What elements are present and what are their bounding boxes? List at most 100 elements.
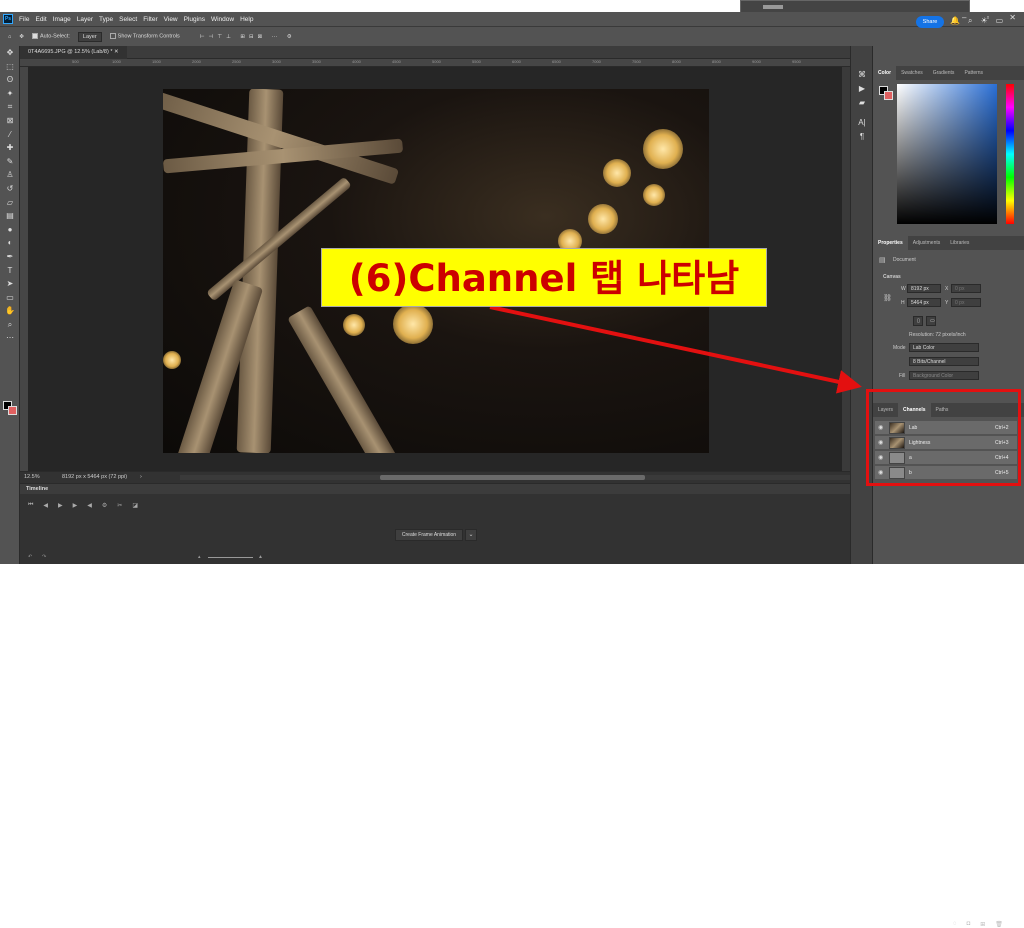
bokeh-light <box>163 351 181 369</box>
load-selection-icon[interactable]: ◌ <box>953 921 957 928</box>
x-field[interactable]: 0 px <box>951 284 981 293</box>
blur-icon[interactable]: ● <box>0 223 20 237</box>
comments-icon[interactable]: ▰ <box>851 96 873 110</box>
tab-libraries[interactable]: Libraries <box>945 240 974 246</box>
auto-select-checkbox[interactable]: Auto-Select: <box>31 33 70 40</box>
width-field[interactable]: 8192 px <box>907 284 941 293</box>
audio-icon[interactable]: ◀ <box>87 502 92 509</box>
color-background-swatch[interactable] <box>884 91 893 100</box>
menu-type[interactable]: Type <box>99 16 113 23</box>
close-icon[interactable]: ✕ <box>1009 13 1016 22</box>
align-icons[interactable]: ⊢⊣⊤⊥ ⊞⊟⊠ ⋯ ⚙ <box>200 34 296 40</box>
healing-icon[interactable]: ✚ <box>0 141 20 155</box>
zoom-in-icon[interactable]: ▲ <box>258 554 263 560</box>
create-frame-animation-button[interactable]: Create Frame Animation <box>395 529 463 541</box>
history-icon[interactable]: ⌘ <box>851 68 873 82</box>
search-icon[interactable]: ⌕ <box>968 16 972 26</box>
frame-icon[interactable]: ⊠ <box>0 114 20 128</box>
fill-dropdown[interactable]: Background Color <box>909 371 979 380</box>
y-field[interactable]: 0 px <box>951 298 981 307</box>
crop-icon[interactable]: ⌗ <box>0 100 20 114</box>
transition-icon[interactable]: ◪ <box>132 502 138 509</box>
link-icon[interactable]: ⛓ <box>883 294 892 302</box>
move-tool-icon[interactable]: ✥ <box>19 34 24 40</box>
next-frame-icon[interactable]: ▶ <box>73 502 78 509</box>
undo-icon[interactable]: ↶ <box>28 554 32 560</box>
horizontal-scrollbar[interactable] <box>180 475 850 480</box>
eyedropper-icon[interactable]: ⁄ <box>0 128 20 142</box>
marquee-icon[interactable]: ⬚ <box>0 60 20 74</box>
zoom-level[interactable]: 12.5% <box>24 472 40 483</box>
stamp-icon[interactable]: ♙ <box>0 168 20 182</box>
paragraph-icon[interactable]: ¶ <box>851 130 873 144</box>
bit-depth-dropdown[interactable]: 8 Bits/Channel <box>909 357 979 366</box>
character-icon[interactable]: A| <box>851 116 873 130</box>
mode-dropdown[interactable]: Lab Color <box>909 343 979 352</box>
hue-slider[interactable] <box>1006 84 1014 224</box>
type-icon[interactable]: T <box>0 264 20 278</box>
path-select-icon[interactable]: ➤ <box>0 277 20 291</box>
height-field[interactable]: 5464 px <box>907 298 941 307</box>
chevron-down-icon[interactable]: ⌄ <box>465 529 477 541</box>
tab-properties[interactable]: Properties <box>873 236 908 250</box>
scroll-thumb[interactable] <box>380 475 645 480</box>
first-frame-icon[interactable]: ⏮ <box>28 502 33 509</box>
discover-icon[interactable]: ☀ <box>980 16 987 26</box>
vertical-scrollbar[interactable] <box>842 67 850 471</box>
menu-layer[interactable]: Layer <box>77 16 93 23</box>
orientation-portrait-icon[interactable]: ▯ <box>913 316 923 326</box>
actions-play-icon[interactable]: ▶ <box>851 82 873 96</box>
hand-icon[interactable]: ✋ <box>0 304 20 318</box>
pen-icon[interactable]: ✒ <box>0 250 20 264</box>
bell-icon[interactable]: 🔔 <box>950 16 960 26</box>
zoom-icon[interactable]: ⌕ <box>0 318 20 332</box>
show-transform-checkbox[interactable]: Show Transform Controls <box>109 33 180 40</box>
menu-help[interactable]: Help <box>240 16 253 23</box>
new-channel-icon[interactable]: ⊞ <box>980 921 985 928</box>
settings-icon[interactable]: ⚙ <box>102 502 107 509</box>
play-icon[interactable]: ▶ <box>58 502 63 509</box>
save-selection-icon[interactable]: ◘ <box>967 921 971 928</box>
home-icon[interactable]: ⌂ <box>8 34 11 40</box>
rectangle-icon[interactable]: ▭ <box>0 291 20 305</box>
workspace-icon[interactable]: ▭ <box>996 16 1004 26</box>
move-icon[interactable]: ✥ <box>0 46 20 60</box>
timeline-zoom-slider[interactable] <box>208 557 253 558</box>
split-icon[interactable]: ✂ <box>117 502 122 509</box>
menu-window[interactable]: Window <box>211 16 234 23</box>
status-arrow-icon[interactable]: › <box>140 472 142 483</box>
menu-edit[interactable]: Edit <box>35 16 46 23</box>
tab-close-icon[interactable]: ✕ <box>114 49 119 55</box>
color-picker-field[interactable] <box>897 84 997 224</box>
delete-icon[interactable]: 🗑 <box>995 921 1003 928</box>
menu-filter[interactable]: Filter <box>143 16 157 23</box>
brush-icon[interactable]: ✎ <box>0 155 20 169</box>
background-color-swatch[interactable] <box>8 406 17 415</box>
redo-icon[interactable]: ↷ <box>42 554 46 560</box>
zoom-out-icon[interactable]: ▴ <box>198 554 201 560</box>
menu-image[interactable]: Image <box>53 16 71 23</box>
gradient-icon[interactable]: ▤ <box>0 209 20 223</box>
orientation-landscape-icon[interactable]: ▭ <box>926 316 936 326</box>
auto-select-dropdown[interactable]: Layer <box>77 31 102 42</box>
menu-file[interactable]: File <box>19 16 29 23</box>
tab-gradients[interactable]: Gradients <box>928 70 960 76</box>
dodge-icon[interactable]: ◐ <box>0 236 20 250</box>
canvas-section-label[interactable]: Canvas <box>883 274 901 280</box>
tab-color[interactable]: Color <box>873 66 897 80</box>
magic-wand-icon[interactable]: ✦ <box>0 87 20 101</box>
history-brush-icon[interactable]: ↺ <box>0 182 20 196</box>
lasso-icon[interactable]: ʘ <box>0 73 20 87</box>
prev-frame-icon[interactable]: ◀ <box>43 502 48 509</box>
eraser-icon[interactable]: ▱ <box>0 196 20 210</box>
menu-plugins[interactable]: Plugins <box>184 16 205 23</box>
tab-adjustments[interactable]: Adjustments <box>908 240 946 246</box>
menu-select[interactable]: Select <box>119 16 137 23</box>
tab-swatches[interactable]: Swatches <box>896 70 928 76</box>
menu-view[interactable]: View <box>164 16 178 23</box>
more-icon[interactable]: ⋯ <box>0 331 20 345</box>
share-button[interactable]: Share <box>916 16 944 28</box>
auto-select-label: Auto-Select: <box>39 33 70 40</box>
document-tab[interactable]: 0T4A6695.JPG @ 12.5% (Lab/8) * ✕ <box>20 46 127 59</box>
tab-patterns[interactable]: Patterns <box>959 70 988 76</box>
